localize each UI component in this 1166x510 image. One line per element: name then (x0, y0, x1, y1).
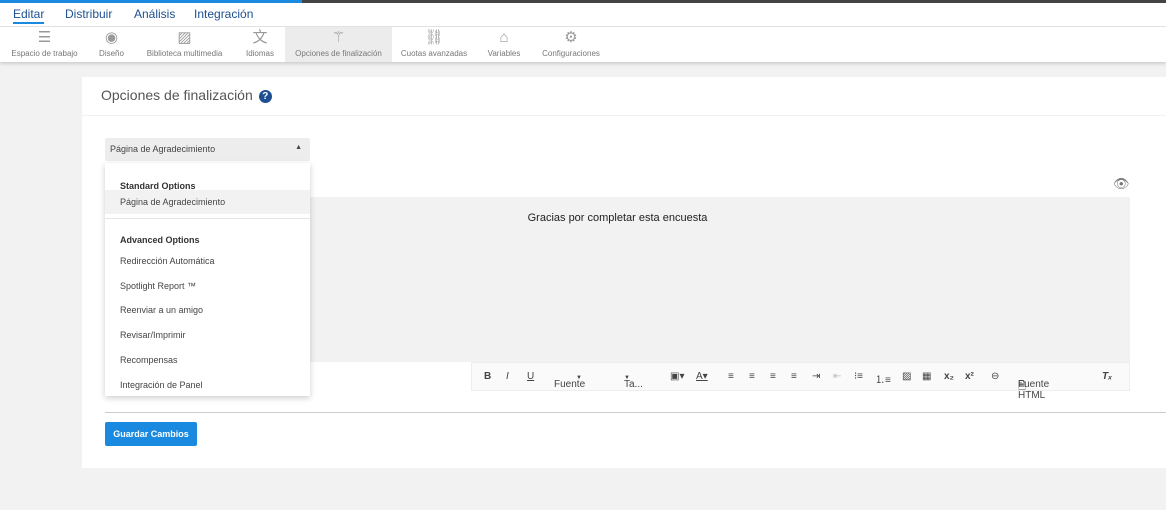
underline-icon[interactable]: U (527, 371, 534, 382)
help-icon[interactable]: ? (258, 90, 272, 103)
tool-design[interactable]: ◉ Diseño (94, 27, 129, 62)
toolbar-tools: ☰ Espacio de trabajo ◉ Diseño ▨ Biblioteca … (0, 27, 1166, 62)
image-icon: ▨ (177, 29, 192, 46)
option-panel[interactable]: Integración de Panel (105, 373, 310, 397)
size-label: Ta... (624, 379, 643, 390)
tool-variables[interactable]: ⌂ Variables (485, 27, 523, 62)
html-source-label: Fuente HTML (1018, 379, 1050, 401)
end-option-select[interactable]: Página de Agradecimiento ▲ (105, 138, 310, 161)
clear-format-icon[interactable]: Tₓ (1102, 371, 1112, 382)
language-icon: 文 (252, 29, 268, 46)
tag-icon: ⌂ (499, 29, 509, 46)
bold-icon[interactable]: B (484, 371, 491, 382)
tab-distribuir[interactable]: Distribuir (65, 7, 112, 21)
page-title: Opciones de finalización? (101, 87, 272, 103)
option-spotlight[interactable]: Spotlight Report ™ (105, 274, 310, 298)
tool-label: Cuotas avanzadas (400, 49, 468, 58)
image-icon[interactable]: ▨ (902, 371, 911, 382)
align-left-icon[interactable]: ≡ (728, 371, 734, 382)
quotas-icon: ⛓ (424, 29, 444, 46)
font-select[interactable]: Fuente ▼ (554, 371, 585, 390)
page-title-text: Opciones de finalización (101, 87, 253, 103)
tab-analisis[interactable]: Análisis (134, 7, 175, 21)
align-right-icon[interactable]: ≡ (770, 371, 776, 382)
table-icon[interactable]: ▦ (922, 371, 931, 382)
tab-editar[interactable]: Editar (13, 7, 45, 24)
tab-integracion[interactable]: Integración (194, 7, 253, 21)
editor-toolbar: B I U Fuente ▼ Ta... ▼ ▣▾ A▾ ≡ ≡ ≡ ≡ ⇥ ⇤… (471, 362, 1130, 401)
tool-quotas[interactable]: ⛓ Cuotas avanzadas (400, 27, 468, 62)
size-select[interactable]: Ta... ▼ (624, 371, 643, 390)
bullet-list-icon[interactable]: ⁝≡ (854, 371, 863, 382)
option-recompensas[interactable]: Recompensas (105, 348, 310, 372)
font-label: Fuente (554, 379, 586, 390)
superscript-icon[interactable]: x² (965, 371, 974, 382)
link-icon[interactable]: ⊖ (991, 371, 999, 382)
tool-label: Opciones de finalización (295, 49, 382, 58)
tool-label: Variables (487, 49, 521, 58)
tool-settings[interactable]: ⚙ Configuraciones (540, 27, 602, 62)
indent-icon[interactable]: ⇥ (812, 371, 820, 382)
tool-label: Diseño (99, 49, 124, 58)
justify-icon[interactable]: ≡ (791, 371, 797, 382)
gear-icon: ⚙ (564, 29, 578, 46)
option-redireccion[interactable]: Redirección Automática (105, 249, 310, 273)
caret-up-icon: ▲ (295, 144, 302, 151)
tool-label: Espacio de trabajo (11, 49, 78, 58)
tool-languages[interactable]: 文 Idiomas (240, 27, 280, 62)
save-button[interactable]: Guardar Cambios (105, 422, 197, 446)
numbered-list-icon[interactable]: ⒈≡ (875, 371, 891, 386)
tool-label: Biblioteca multimedia (146, 49, 223, 58)
magic-wand-icon: ⚚ (331, 29, 346, 46)
palette-icon: ◉ (104, 29, 119, 46)
align-center-icon[interactable]: ≡ (749, 371, 755, 382)
main-nav: Editar Distribuir Análisis Integración (0, 3, 1166, 27)
outdent-icon: ⇤ (833, 371, 842, 382)
tool-media[interactable]: ▨ Biblioteca multimedia (143, 27, 226, 62)
option-pagina-agradecimiento[interactable]: Página de Agradecimiento (105, 190, 310, 214)
tool-label: Idiomas (245, 49, 274, 58)
bg-color-icon[interactable]: ▣▾ (670, 371, 684, 382)
option-revisar[interactable]: Revisar/Imprimir (105, 323, 310, 347)
end-option-dropdown: Standard Options Página de Agradecimient… (105, 163, 310, 396)
tool-workspace[interactable]: ☰ Espacio de trabajo (8, 27, 81, 62)
option-reenviar[interactable]: Reenviar a un amigo (105, 298, 310, 322)
eye-icon[interactable]: 👁 (1113, 176, 1130, 192)
text-color-icon[interactable]: A▾ (696, 371, 708, 382)
tool-label: Configuraciones (542, 49, 600, 58)
subscript-icon[interactable]: x₂ (944, 371, 954, 382)
tool-finish-options[interactable]: ⚚ Opciones de finalización (285, 27, 392, 62)
italic-icon[interactable]: I (506, 371, 509, 382)
workspace-icon: ☰ (37, 29, 52, 46)
select-value: Página de Agradecimiento (110, 144, 216, 154)
